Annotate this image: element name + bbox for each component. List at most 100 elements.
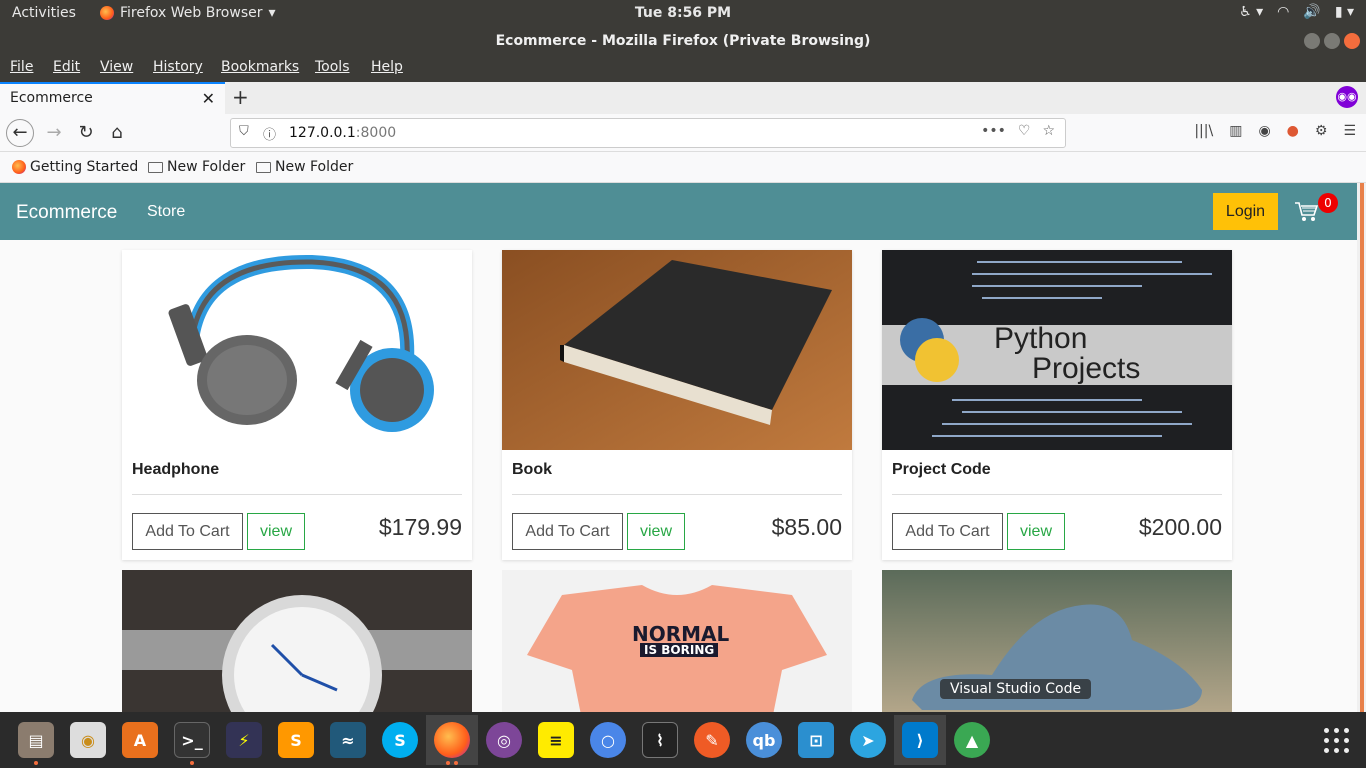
view-button[interactable]: view [247,513,305,550]
back-button[interactable]: ← [6,119,34,147]
bookmark-getting-started[interactable]: Getting Started [12,159,138,175]
reload-button[interactable]: ↻ [72,119,100,147]
folder-icon [148,161,163,173]
dock-system-monitor[interactable]: ⌇ [634,715,686,765]
cart-count-badge: 0 [1318,193,1338,213]
dock-notes[interactable]: ≡ [530,715,582,765]
bookmark-label: New Folder [167,159,246,175]
menu-file[interactable]: File [10,59,33,75]
dock-postman[interactable]: ✎ [686,715,738,765]
product-name[interactable]: Project Code [892,461,991,479]
scrollbar-thumb[interactable] [1360,183,1364,712]
library-icon[interactable]: |||\ [1194,123,1213,139]
home-button[interactable]: ⌂ [103,119,131,147]
sidebar-icon[interactable]: ▥ [1229,123,1242,139]
login-button[interactable]: Login [1213,193,1278,230]
sublime-text-icon: S [278,722,314,758]
menu-edit[interactable]: Edit [53,59,80,75]
menu-bar: File Edit View History Bookmarks Tools H… [0,55,1366,82]
forward-button[interactable]: → [40,119,68,147]
account-icon[interactable]: ◉ [1258,123,1270,139]
product-image-project-code[interactable]: Python Projects [882,250,1232,450]
dock-chromium[interactable]: ○ [582,715,634,765]
menu-history[interactable]: History [153,59,203,75]
clock[interactable]: Tue 8:56 PM [0,5,1366,21]
dock-sublime[interactable]: S [270,715,322,765]
bookmark-star-icon[interactable]: ☆ [1042,123,1055,139]
site-info-icon[interactable]: ⓘ [263,124,276,143]
system-monitor-icon: ⌇ [642,722,678,758]
firefox-icon [12,160,26,174]
add-to-cart-button[interactable]: Add To Cart [132,513,243,550]
product-name[interactable]: Headphone [132,461,219,479]
volume-icon[interactable]: 🔊 [1303,4,1320,20]
dock-skype[interactable]: S [374,715,426,765]
dock-network-tool[interactable]: ⚡ [218,715,270,765]
window-title: Ecommerce - Mozilla Firefox (Private Bro… [495,33,871,49]
product-price: $179.99 [378,514,462,540]
show-applications-icon[interactable] [1324,728,1350,754]
system-tray[interactable]: ♿ ▾ ◠ 🔊 ▮ ▾ [1239,4,1354,20]
dock-screenshot[interactable]: ⊡ [790,715,842,765]
maximize-button[interactable] [1324,33,1340,49]
menu-tools[interactable]: Tools [315,59,350,75]
bookmark-folder-1[interactable]: New Folder [148,159,245,175]
postman-icon: ✎ [694,722,730,758]
menu-help[interactable]: Help [371,59,403,75]
product-image-watch[interactable] [122,570,472,712]
view-button[interactable]: view [1007,513,1065,550]
pocket-icon[interactable]: ♡ [1018,123,1031,139]
page-actions-icon[interactable]: ••• [981,123,1006,139]
dock-mysql-workbench[interactable]: ≈ [322,715,374,765]
speaker-icon: ◉ [70,722,106,758]
product-image-book[interactable] [502,250,852,450]
tab-title: Ecommerce [10,90,93,106]
minimize-button[interactable] [1304,33,1320,49]
store-link[interactable]: Store [147,203,185,221]
menu-bookmarks[interactable]: Bookmarks [221,59,299,75]
duckduckgo-icon[interactable]: ● [1287,123,1299,139]
dock-software[interactable]: A [114,715,166,765]
folder-icon [256,161,271,173]
view-button[interactable]: view [627,513,685,550]
url-text[interactable]: 127.0.0.1:8000 [289,125,396,141]
bookmark-label: New Folder [275,159,354,175]
dock-files[interactable]: ▤ [10,715,62,765]
close-window-button[interactable] [1344,33,1360,49]
dock-vscode[interactable]: ⟩ [894,715,946,765]
site-brand[interactable]: Ecommerce [16,202,117,224]
dock-rocket[interactable]: ▲ [946,715,998,765]
url-port: :8000 [355,125,397,141]
tracking-shield-icon[interactable]: ⛉ [239,124,249,139]
hamburger-menu-icon[interactable]: ☰ [1343,123,1356,139]
wifi-icon[interactable]: ◠ [1277,4,1289,20]
add-to-cart-button[interactable]: Add To Cart [512,513,623,550]
close-tab-icon[interactable]: ✕ [202,89,215,108]
tab-ecommerce[interactable]: Ecommerce ✕ [0,82,225,114]
toolbar-icons: |||\ ▥ ◉ ● ⚙ ☰ [1194,123,1356,139]
dock-rhythmbox[interactable]: ◉ [62,715,114,765]
menu-view[interactable]: View [100,59,133,75]
product-image-tshirt[interactable]: NORMAL IS BORING [502,570,852,712]
product-card-project-code: Python Projects Project Code Add To Cart… [882,250,1232,560]
new-tab-button[interactable]: + [232,85,249,109]
product-name[interactable]: Book [512,461,552,479]
cart-icon[interactable] [1294,201,1318,223]
url-bar[interactable]: ⛉ ⓘ 127.0.0.1:8000 ••• ♡ ☆ [230,118,1066,148]
shirt-print-text-2: IS BORING [640,643,719,657]
extension-icon[interactable]: ⚙ [1315,123,1328,139]
dock-firefox[interactable] [426,715,478,765]
accessibility-icon[interactable]: ♿ ▾ [1239,4,1263,20]
bookmark-folder-2[interactable]: New Folder [256,159,353,175]
dock-terminal[interactable]: >_ [166,715,218,765]
page-scrollbar[interactable] [1357,183,1366,712]
url-host: 127.0.0.1 [289,125,356,141]
add-to-cart-button[interactable]: Add To Cart [892,513,1003,550]
dock-tor[interactable]: ◎ [478,715,530,765]
battery-icon[interactable]: ▮ ▾ [1335,4,1354,20]
product-price: $200.00 [1138,514,1222,540]
bookmarks-bar: Getting Started New Folder New Folder [0,152,1366,183]
dock-telegram[interactable]: ➤ [842,715,894,765]
product-image-headphone[interactable] [122,250,472,450]
dock-qbittorrent[interactable]: qb [738,715,790,765]
